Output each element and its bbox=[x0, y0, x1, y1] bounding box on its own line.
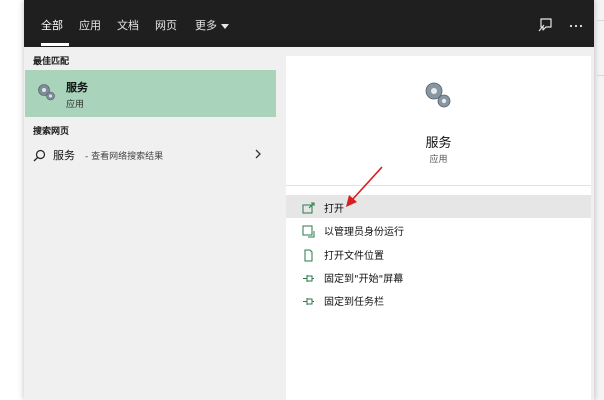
services-gear-icon bbox=[35, 81, 57, 103]
active-tab-indicator bbox=[41, 43, 69, 46]
open-label: 打开 bbox=[324, 204, 344, 215]
results-column: 最佳匹配 服务 应用 搜索网页 服务 - 查看网络搜索结果 bbox=[24, 47, 282, 400]
services-gear-icon bbox=[421, 78, 455, 112]
open-icon bbox=[302, 200, 315, 214]
chevron-down-icon bbox=[221, 23, 229, 29]
file-location-icon bbox=[302, 247, 315, 262]
best-match-name: 服务 bbox=[66, 81, 88, 94]
tab-all[interactable]: 全部 bbox=[41, 19, 63, 33]
more-options-icon[interactable] bbox=[567, 16, 585, 34]
top-bar: 全部 应用 文档 网页 更多 bbox=[24, 0, 594, 47]
pin-to-taskbar-action[interactable]: 固定到任务栏 bbox=[286, 288, 591, 311]
detail-pane: 服务 应用 打开 以管理员身份运行 打开文件位置 固定到"开始"屏幕 固定到任务… bbox=[286, 56, 591, 400]
pin-to-start-action[interactable]: 固定到"开始"屏幕 bbox=[286, 265, 591, 288]
web-search-term: 服务 bbox=[53, 149, 75, 162]
detail-divider bbox=[286, 185, 591, 186]
open-file-location-label: 打开文件位置 bbox=[324, 251, 384, 262]
pin-icon bbox=[302, 270, 315, 283]
feedback-icon[interactable] bbox=[536, 16, 554, 34]
detail-app-name: 服务 bbox=[425, 136, 452, 151]
best-match-item[interactable]: 服务 应用 bbox=[25, 70, 276, 117]
run-as-admin-action[interactable]: 以管理员身份运行 bbox=[286, 218, 591, 241]
detail-app-type: 应用 bbox=[429, 155, 448, 165]
web-search-heading: 搜索网页 bbox=[33, 127, 70, 137]
tab-apps[interactable]: 应用 bbox=[79, 19, 101, 33]
open-file-location-action[interactable]: 打开文件位置 bbox=[286, 242, 591, 265]
run-as-admin-icon bbox=[302, 223, 315, 238]
tab-web[interactable]: 网页 bbox=[155, 19, 177, 33]
pin-to-start-label: 固定到"开始"屏幕 bbox=[324, 274, 404, 285]
tab-documents[interactable]: 文档 bbox=[117, 19, 139, 33]
background-divider bbox=[597, 20, 604, 21]
tab-more-label: 更多 bbox=[195, 19, 217, 32]
web-search-subtitle: - 查看网络搜索结果 bbox=[85, 152, 164, 162]
pin-icon bbox=[302, 293, 315, 306]
tab-more[interactable]: 更多 bbox=[195, 19, 229, 33]
run-as-admin-label: 以管理员身份运行 bbox=[324, 227, 404, 238]
best-match-heading: 最佳匹配 bbox=[33, 57, 70, 67]
pin-to-taskbar-label: 固定到任务栏 bbox=[324, 297, 384, 308]
chevron-right-icon[interactable] bbox=[254, 146, 262, 160]
web-search-item[interactable]: 服务 - 查看网络搜索结果 bbox=[24, 142, 276, 166]
search-panel: 全部 应用 文档 网页 更多 最佳匹配 服务 应用 搜索网页 服务 - 查看网络… bbox=[24, 0, 594, 400]
best-match-type: 应用 bbox=[66, 100, 85, 110]
background-divider bbox=[597, 75, 604, 76]
open-action[interactable]: 打开 bbox=[286, 195, 591, 218]
search-icon bbox=[33, 147, 46, 162]
